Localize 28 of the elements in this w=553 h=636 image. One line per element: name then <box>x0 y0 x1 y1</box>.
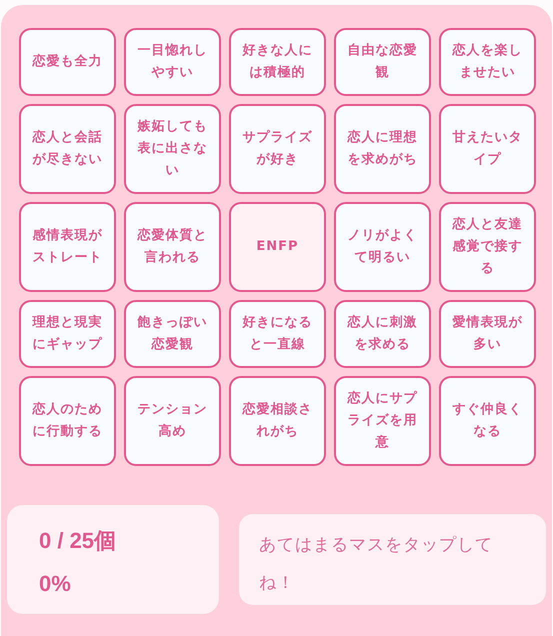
bingo-cell[interactable]: 恋人に理想を求めがち <box>334 104 431 194</box>
hint-message: あてはまるマスをタップしてね！ <box>239 514 546 605</box>
bingo-cell[interactable]: 感情表現がストレート <box>19 202 116 292</box>
bingo-cell[interactable]: 恋人を楽しませたい <box>439 28 536 96</box>
bingo-cell[interactable]: 一目惚れしやすい <box>124 28 221 96</box>
bingo-cell[interactable]: 愛情表現が多い <box>439 300 536 368</box>
bingo-cell[interactable]: 恋愛も全力 <box>19 28 116 96</box>
bingo-cell[interactable]: 嫉妬しても表に出さない <box>124 104 221 194</box>
bingo-cell[interactable]: 理想と現実にギャップ <box>19 300 116 368</box>
bingo-cell[interactable]: 恋人と会話が尽きない <box>19 104 116 194</box>
bingo-cell[interactable]: 好きになると一直線 <box>229 300 326 368</box>
bingo-cell[interactable]: ノリがよくて明るい <box>334 202 431 292</box>
bingo-cell[interactable]: 恋人のために行動する <box>19 376 116 466</box>
count-text: 0 / 25個 <box>39 527 118 555</box>
percent-text: 0% <box>39 570 72 598</box>
bingo-cell[interactable]: 恋愛体質と言われる <box>124 202 221 292</box>
free-cell[interactable]: ENFP <box>229 202 326 292</box>
bingo-cell[interactable]: 恋人に刺激を求める <box>334 300 431 368</box>
bingo-cell[interactable]: 恋愛相談されがち <box>229 376 326 466</box>
bingo-cell[interactable]: テンション高め <box>124 376 221 466</box>
bingo-cell[interactable]: すぐ仲良くなる <box>439 376 536 466</box>
bingo-cell[interactable]: 自由な恋愛観 <box>334 28 431 96</box>
bingo-cell[interactable]: 恋人にサプライズを用意 <box>334 376 431 466</box>
bingo-cell[interactable]: 好きな人には積極的 <box>229 28 326 96</box>
bingo-cell[interactable]: 甘えたいタイプ <box>439 104 536 194</box>
bingo-cell[interactable]: 飽きっぽい恋愛観 <box>124 300 221 368</box>
bingo-cell[interactable]: 恋人と友達感覚で接する <box>439 202 536 292</box>
bingo-cell[interactable]: サプライズが好き <box>229 104 326 194</box>
